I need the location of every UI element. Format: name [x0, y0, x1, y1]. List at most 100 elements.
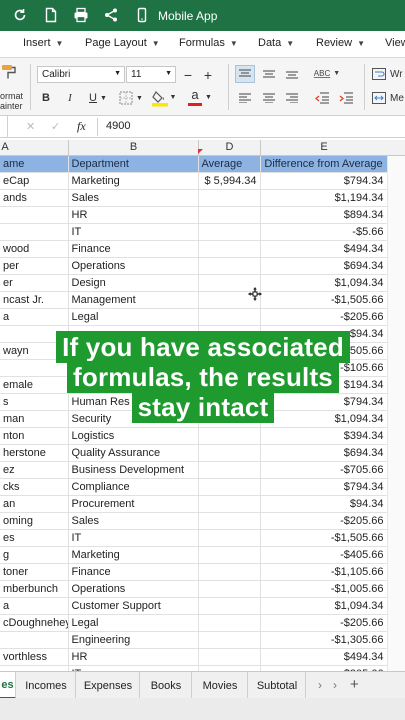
cell-department[interactable]	[68, 325, 199, 344]
align-top-icon[interactable]	[235, 65, 255, 83]
cell-average[interactable]	[198, 206, 261, 225]
cell-difference[interactable]: $194.34	[260, 376, 387, 395]
menu-data[interactable]: Data ▼	[258, 37, 294, 49]
cell-name[interactable]: vorthless	[0, 648, 69, 667]
cell-difference[interactable]: -$5.66	[260, 223, 387, 242]
scroll-tabs-right-icon[interactable]: ›	[318, 678, 322, 692]
align-bottom-icon[interactable]	[282, 65, 302, 83]
cell-difference[interactable]: $1,194.34	[260, 189, 387, 208]
cell-difference[interactable]: $94.34	[260, 325, 387, 344]
italic-button[interactable]: I	[64, 90, 76, 106]
column-header-cell[interactable]: Difference from Average	[260, 156, 387, 174]
cell-name[interactable]: herstone	[0, 444, 69, 463]
cell-difference[interactable]: -$705.66	[260, 461, 387, 480]
decrease-font-button[interactable]: −	[181, 66, 195, 83]
increase-indent-icon[interactable]	[336, 90, 356, 106]
cell-name[interactable]: s	[0, 393, 69, 412]
sheet-tab-books[interactable]: Books	[141, 672, 192, 699]
sheet-tab-expenses[interactable]: Expenses	[77, 672, 140, 699]
cell-department[interactable]: Customer Support	[68, 597, 199, 616]
cell-name[interactable]: eCap	[0, 172, 69, 191]
add-sheet-button[interactable]: +	[350, 676, 359, 693]
cell-name[interactable]: cDoughnehey	[0, 614, 69, 633]
merge-cells-button[interactable]: Me	[372, 90, 405, 106]
column-header-e[interactable]: E	[261, 141, 387, 153]
cell-average[interactable]	[198, 614, 261, 633]
cell-difference[interactable]: $1,094.34	[260, 410, 387, 429]
cell-average[interactable]	[198, 563, 261, 582]
cell-name[interactable]	[0, 325, 69, 344]
cell-department[interactable]: Legal	[68, 308, 199, 327]
cell-difference[interactable]: $1,094.34	[260, 597, 387, 616]
font-name-select[interactable]: Calibri ▼	[37, 66, 125, 83]
cell-average[interactable]	[198, 597, 261, 616]
cell-average[interactable]	[198, 342, 261, 361]
cell-name[interactable]: oming	[0, 512, 69, 531]
cell-difference[interactable]: $394.34	[260, 427, 387, 446]
cell-difference[interactable]: $794.34	[260, 478, 387, 497]
cell-department[interactable]: Business Development	[68, 461, 199, 480]
cell-difference[interactable]: $694.34	[260, 444, 387, 463]
cell-average[interactable]: $ 5,994.34	[198, 172, 261, 191]
cell-name[interactable]: wood	[0, 240, 69, 259]
refresh-icon[interactable]	[11, 6, 29, 24]
cell-department[interactable]: HR	[68, 648, 199, 667]
cell-department[interactable]: Operations	[68, 580, 199, 599]
cell-difference[interactable]: -$1,105.66	[260, 563, 387, 582]
cell-difference[interactable]: -$1,505.66	[260, 342, 387, 361]
spelling-icon[interactable]: ABC ▼	[312, 64, 342, 82]
cell-name[interactable]: per	[0, 257, 69, 276]
cell-department[interactable]: Management	[68, 291, 199, 310]
decrease-indent-icon[interactable]	[312, 90, 332, 106]
cell-name[interactable]: ncast Jr.	[0, 291, 69, 310]
cell-name[interactable]: g	[0, 546, 69, 565]
cell-department[interactable]: Finance	[68, 240, 199, 259]
cell-average[interactable]	[198, 580, 261, 599]
cell-name[interactable]: emale	[0, 376, 69, 395]
underline-button[interactable]: U ▼	[86, 90, 110, 106]
format-painter-label[interactable]: ormat ainter	[0, 91, 23, 111]
menu-insert[interactable]: Insert ▼	[23, 37, 63, 49]
sheet-tab-active[interactable]: es	[0, 672, 16, 699]
cell-name[interactable]: a	[0, 308, 69, 327]
cell-name[interactable]: toner	[0, 563, 69, 582]
cell-average[interactable]	[198, 495, 261, 514]
cell-difference[interactable]: $1,094.34	[260, 274, 387, 293]
column-header-a[interactable]: A	[0, 141, 10, 153]
cell-average[interactable]	[198, 410, 261, 429]
share-icon[interactable]	[102, 6, 120, 24]
function-icon[interactable]: fx	[77, 119, 86, 134]
cell-name[interactable]: cks	[0, 478, 69, 497]
cell-department[interactable]: Design	[68, 274, 199, 293]
cell-name[interactable]: man	[0, 410, 69, 429]
cell-average[interactable]	[198, 461, 261, 480]
cell-average[interactable]	[198, 257, 261, 276]
cell-department[interactable]: Finance	[68, 563, 199, 582]
cell-name[interactable]	[0, 359, 69, 378]
cell-difference[interactable]: $694.34	[260, 257, 387, 276]
cell-department[interactable]: IT	[68, 529, 199, 548]
cell-name[interactable]	[0, 631, 69, 650]
column-header-cell[interactable]: Average	[198, 156, 261, 174]
cell-average[interactable]	[198, 240, 261, 259]
cell-average[interactable]	[198, 546, 261, 565]
sheet-tab-movies[interactable]: Movies	[193, 672, 248, 699]
cell-average[interactable]	[198, 427, 261, 446]
cell-department[interactable]: Sales	[68, 189, 199, 208]
borders-icon[interactable]: ▼	[118, 90, 144, 106]
increase-font-button[interactable]: +	[201, 66, 215, 83]
wrap-text-button[interactable]: Wr	[372, 66, 405, 82]
cell-department[interactable]	[68, 359, 199, 378]
cancel-icon[interactable]: ✕	[26, 120, 35, 133]
sheet-tab-subtotal[interactable]: Subtotal	[249, 672, 306, 699]
cell-department[interactable]: Sales	[68, 512, 199, 531]
cell-department[interactable]: Procurement	[68, 495, 199, 514]
cell-difference[interactable]: $94.34	[260, 495, 387, 514]
column-header-b[interactable]: B	[69, 141, 198, 153]
cell-department[interactable]: Compliance	[68, 478, 199, 497]
menu-review[interactable]: Review ▼	[316, 37, 365, 49]
cell-difference[interactable]: $894.34	[260, 206, 387, 225]
cell-average[interactable]	[198, 223, 261, 242]
cell-difference[interactable]: $794.34	[260, 393, 387, 412]
vertical-scrollbar[interactable]	[387, 156, 405, 671]
